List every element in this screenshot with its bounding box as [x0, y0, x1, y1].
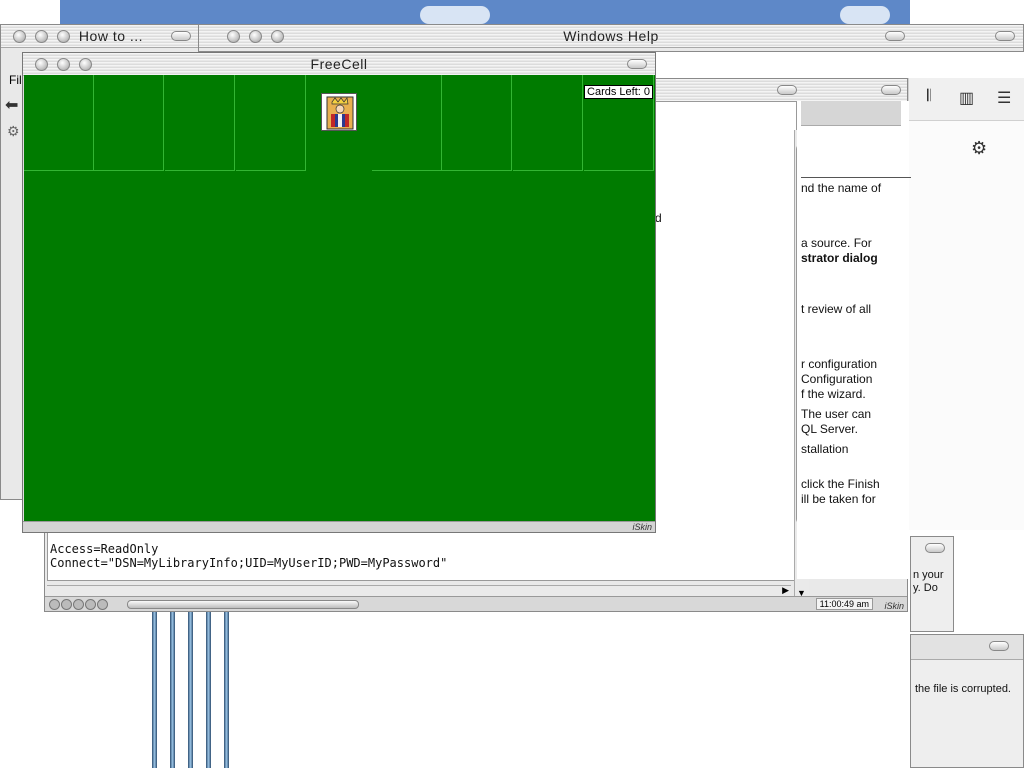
- free-cell[interactable]: [94, 75, 164, 171]
- help-line: The user can: [801, 407, 872, 421]
- help-text-column: nd the name of d a source. For strator d…: [655, 101, 911, 579]
- help-line: nd the name of: [801, 181, 882, 195]
- browser-side-panel: 𝄃 ▥ ☰ ⚙: [908, 78, 1024, 530]
- scroll-right-arrow-icon[interactable]: ▶: [782, 585, 789, 596]
- cloud: [420, 6, 490, 24]
- help-line: Configuration: [801, 372, 873, 386]
- minimize-button[interactable]: [35, 30, 48, 43]
- freecell-window[interactable]: FreeCell Cards Left: 0 iSkin: [22, 52, 656, 533]
- dialog-titlebar[interactable]: [911, 635, 1023, 660]
- collapse-button[interactable]: [995, 31, 1015, 41]
- collapse-button[interactable]: [171, 31, 191, 41]
- media-status-bar: 11:00:49 am iSkin: [45, 596, 907, 611]
- collapse-button[interactable]: [925, 543, 945, 553]
- decorative-bar: [188, 612, 193, 768]
- collapse-button[interactable]: [881, 85, 901, 95]
- cards-left-counter: Cards Left: 0: [584, 85, 653, 99]
- browser-toolbar: 𝄃 ▥ ☰: [909, 78, 1024, 121]
- collapse-button[interactable]: [777, 85, 797, 95]
- help-line: ill be taken for: [801, 492, 876, 506]
- play-icon[interactable]: [85, 599, 96, 610]
- free-cell[interactable]: [236, 75, 306, 171]
- forward-icon[interactable]: [97, 599, 108, 610]
- king-card-icon[interactable]: [321, 93, 357, 131]
- help-line: r configuration: [801, 357, 878, 371]
- dialog-line: n your: [913, 569, 944, 581]
- sidebar-toggle-icon[interactable]: ▥: [959, 88, 974, 108]
- howto-title: How to ...: [78, 28, 144, 44]
- code-line: Access=ReadOnly: [50, 542, 159, 556]
- library-icon[interactable]: 𝄃: [927, 88, 931, 106]
- home-cell[interactable]: [372, 75, 442, 171]
- settings-icon[interactable]: ⚙: [7, 123, 20, 140]
- help-line: a source. For: [801, 236, 872, 250]
- back-arrow-icon[interactable]: ⬅: [5, 95, 18, 115]
- decorative-bar: [224, 612, 229, 768]
- dialog-line: y. Do: [913, 582, 938, 594]
- help-line: t review of all: [801, 302, 872, 316]
- decorative-bar: [206, 612, 211, 768]
- help-line: strator dialog: [801, 251, 878, 265]
- menu-icon[interactable]: ☰: [997, 88, 1011, 108]
- windows-help-window[interactable]: Windows Help: [198, 24, 1024, 52]
- dialog-window[interactable]: n your y. Do: [910, 536, 954, 632]
- tab-strip: [801, 101, 901, 126]
- home-cell[interactable]: [442, 75, 512, 171]
- decorative-bar: [152, 612, 157, 768]
- free-cell[interactable]: [24, 75, 94, 171]
- dialog-message: the file is corrupted.: [915, 683, 1011, 695]
- desktop-background: [60, 0, 910, 24]
- help-line: stallation: [801, 442, 849, 456]
- collapse-button[interactable]: [885, 31, 905, 41]
- pause-icon[interactable]: [73, 599, 84, 610]
- freecell-title: FreeCell: [310, 56, 368, 72]
- home-cell[interactable]: [513, 75, 583, 171]
- game-table[interactable]: Cards Left: 0: [24, 75, 655, 523]
- collapse-button[interactable]: [627, 59, 647, 69]
- skin-label: iSkin: [632, 522, 652, 532]
- collapse-button[interactable]: [989, 641, 1009, 651]
- freecell-status-bar: iSkin: [23, 521, 655, 532]
- help-line: d: [655, 211, 662, 225]
- howto-titlebar[interactable]: How to ...: [1, 25, 199, 48]
- code-line: Connect="DSN=MyLibraryInfo;UID=MyUserID;…: [50, 556, 448, 570]
- help-line: QL Server.: [801, 422, 858, 436]
- error-dialog-window[interactable]: the file is corrupted.: [910, 634, 1024, 768]
- stop-icon[interactable]: [61, 599, 72, 610]
- help-line: click the Finish: [801, 477, 880, 491]
- close-button[interactable]: [13, 30, 26, 43]
- freecell-titlebar[interactable]: FreeCell: [23, 53, 655, 76]
- help-line: f the wizard.: [801, 387, 866, 401]
- skin-label: iSkin: [884, 601, 904, 611]
- cloud: [840, 6, 890, 24]
- decorative-bar: [170, 612, 175, 768]
- windows-help-titlebar[interactable]: Windows Help: [199, 25, 1023, 48]
- free-cell[interactable]: [165, 75, 235, 171]
- clock: 11:00:49 am: [815, 598, 873, 610]
- divider: [801, 177, 911, 178]
- rewind-icon[interactable]: [49, 599, 60, 610]
- progress-track[interactable]: [127, 600, 359, 609]
- gear-icon[interactable]: ⚙: [971, 138, 987, 159]
